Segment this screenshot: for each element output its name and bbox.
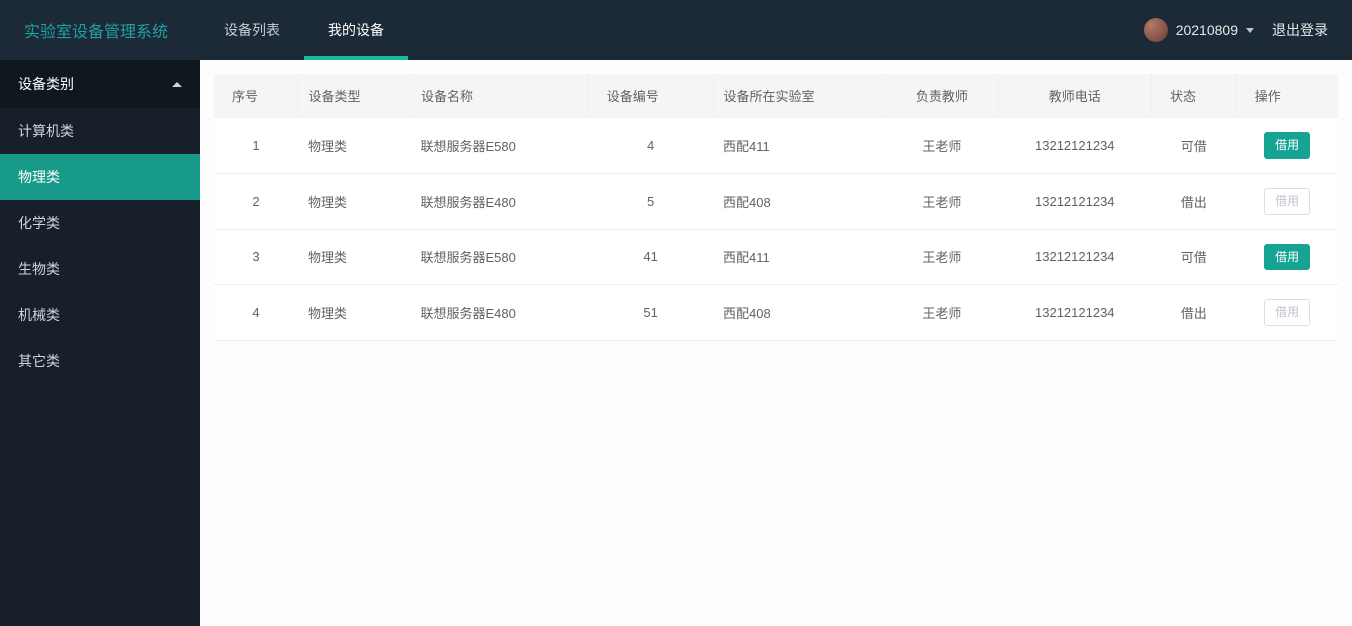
avatar	[1144, 18, 1168, 42]
cell: 联想服务器E580	[410, 118, 588, 174]
cell-action: 借用	[1236, 229, 1338, 285]
sidebar: 设备类别 计算机类物理类化学类生物类机械类其它类	[0, 60, 200, 626]
sidebar-items: 计算机类物理类化学类生物类机械类其它类	[0, 108, 200, 384]
cell: 借出	[1151, 285, 1236, 341]
chevron-down-icon	[1246, 28, 1254, 33]
cell: 物理类	[298, 285, 410, 341]
cell-action: 借用	[1236, 173, 1338, 229]
app-title: 实验室设备管理系统	[0, 18, 200, 42]
cell: 物理类	[298, 173, 410, 229]
top-tab-0[interactable]: 设备列表	[200, 0, 304, 60]
column-header: 负责教师	[886, 74, 998, 118]
cell: 王老师	[886, 229, 998, 285]
user-menu[interactable]: 20210809	[1144, 18, 1254, 42]
borrow-button[interactable]: 借用	[1264, 132, 1310, 159]
cell: 西配411	[713, 118, 886, 174]
device-table: 序号设备类型设备名称设备编号设备所在实验室负责教师教师电话状态操作 1物理类联想…	[214, 74, 1338, 341]
borrow-button: 借用	[1264, 299, 1310, 326]
sidebar-item-3[interactable]: 生物类	[0, 246, 200, 292]
cell-action: 借用	[1236, 118, 1338, 174]
cell: 联想服务器E580	[410, 229, 588, 285]
cell: 西配408	[713, 285, 886, 341]
cell: 1	[214, 118, 298, 174]
sidebar-item-5[interactable]: 其它类	[0, 338, 200, 384]
column-header: 设备编号	[588, 74, 713, 118]
chevron-up-icon	[172, 82, 182, 87]
cell: 13212121234	[998, 173, 1151, 229]
cell: 可借	[1151, 118, 1236, 174]
top-tab-1[interactable]: 我的设备	[304, 0, 408, 60]
sidebar-title: 设备类别	[18, 74, 74, 94]
column-header: 教师电话	[998, 74, 1151, 118]
cell: 2	[214, 173, 298, 229]
sidebar-item-0[interactable]: 计算机类	[0, 108, 200, 154]
top-tabs: 设备列表我的设备	[200, 0, 408, 60]
cell: 借出	[1151, 173, 1236, 229]
column-header: 状态	[1151, 74, 1236, 118]
cell: 51	[588, 285, 713, 341]
cell: 王老师	[886, 118, 998, 174]
sidebar-item-4[interactable]: 机械类	[0, 292, 200, 338]
column-header: 设备类型	[298, 74, 410, 118]
cell: 物理类	[298, 229, 410, 285]
cell: 13212121234	[998, 229, 1151, 285]
column-header: 设备所在实验室	[713, 74, 886, 118]
cell: 可借	[1151, 229, 1236, 285]
table-row: 4物理类联想服务器E48051西配408王老师13212121234借出 借用	[214, 285, 1338, 341]
header: 实验室设备管理系统 设备列表我的设备 20210809 退出登录	[0, 0, 1352, 60]
sidebar-item-2[interactable]: 化学类	[0, 200, 200, 246]
logout-button[interactable]: 退出登录	[1272, 20, 1328, 40]
cell: 王老师	[886, 173, 998, 229]
cell: 联想服务器E480	[410, 173, 588, 229]
cell: 联想服务器E480	[410, 285, 588, 341]
username: 20210809	[1176, 22, 1238, 38]
cell: 5	[588, 173, 713, 229]
borrow-button[interactable]: 借用	[1264, 244, 1310, 271]
cell: 西配411	[713, 229, 886, 285]
sidebar-category-header[interactable]: 设备类别	[0, 60, 200, 108]
header-right: 20210809 退出登录	[1144, 18, 1352, 42]
cell: 13212121234	[998, 285, 1151, 341]
table-header-row: 序号设备类型设备名称设备编号设备所在实验室负责教师教师电话状态操作	[214, 74, 1338, 118]
table-row: 3物理类联想服务器E58041西配411王老师13212121234可借 借用	[214, 229, 1338, 285]
cell: 4	[214, 285, 298, 341]
table-row: 1物理类联想服务器E5804西配411王老师13212121234可借 借用	[214, 118, 1338, 174]
cell: 3	[214, 229, 298, 285]
cell: 41	[588, 229, 713, 285]
borrow-button: 借用	[1264, 188, 1310, 215]
cell-action: 借用	[1236, 285, 1338, 341]
sidebar-item-1[interactable]: 物理类	[0, 154, 200, 200]
column-header: 设备名称	[410, 74, 588, 118]
cell: 物理类	[298, 118, 410, 174]
table-body: 1物理类联想服务器E5804西配411王老师13212121234可借借用2物理…	[214, 118, 1338, 341]
cell: 13212121234	[998, 118, 1151, 174]
main-content: 序号设备类型设备名称设备编号设备所在实验室负责教师教师电话状态操作 1物理类联想…	[200, 60, 1352, 626]
column-header: 操作	[1236, 74, 1338, 118]
cell: 王老师	[886, 285, 998, 341]
column-header: 序号	[214, 74, 298, 118]
cell: 西配408	[713, 173, 886, 229]
table-row: 2物理类联想服务器E4805西配408王老师13212121234借出 借用	[214, 173, 1338, 229]
cell: 4	[588, 118, 713, 174]
